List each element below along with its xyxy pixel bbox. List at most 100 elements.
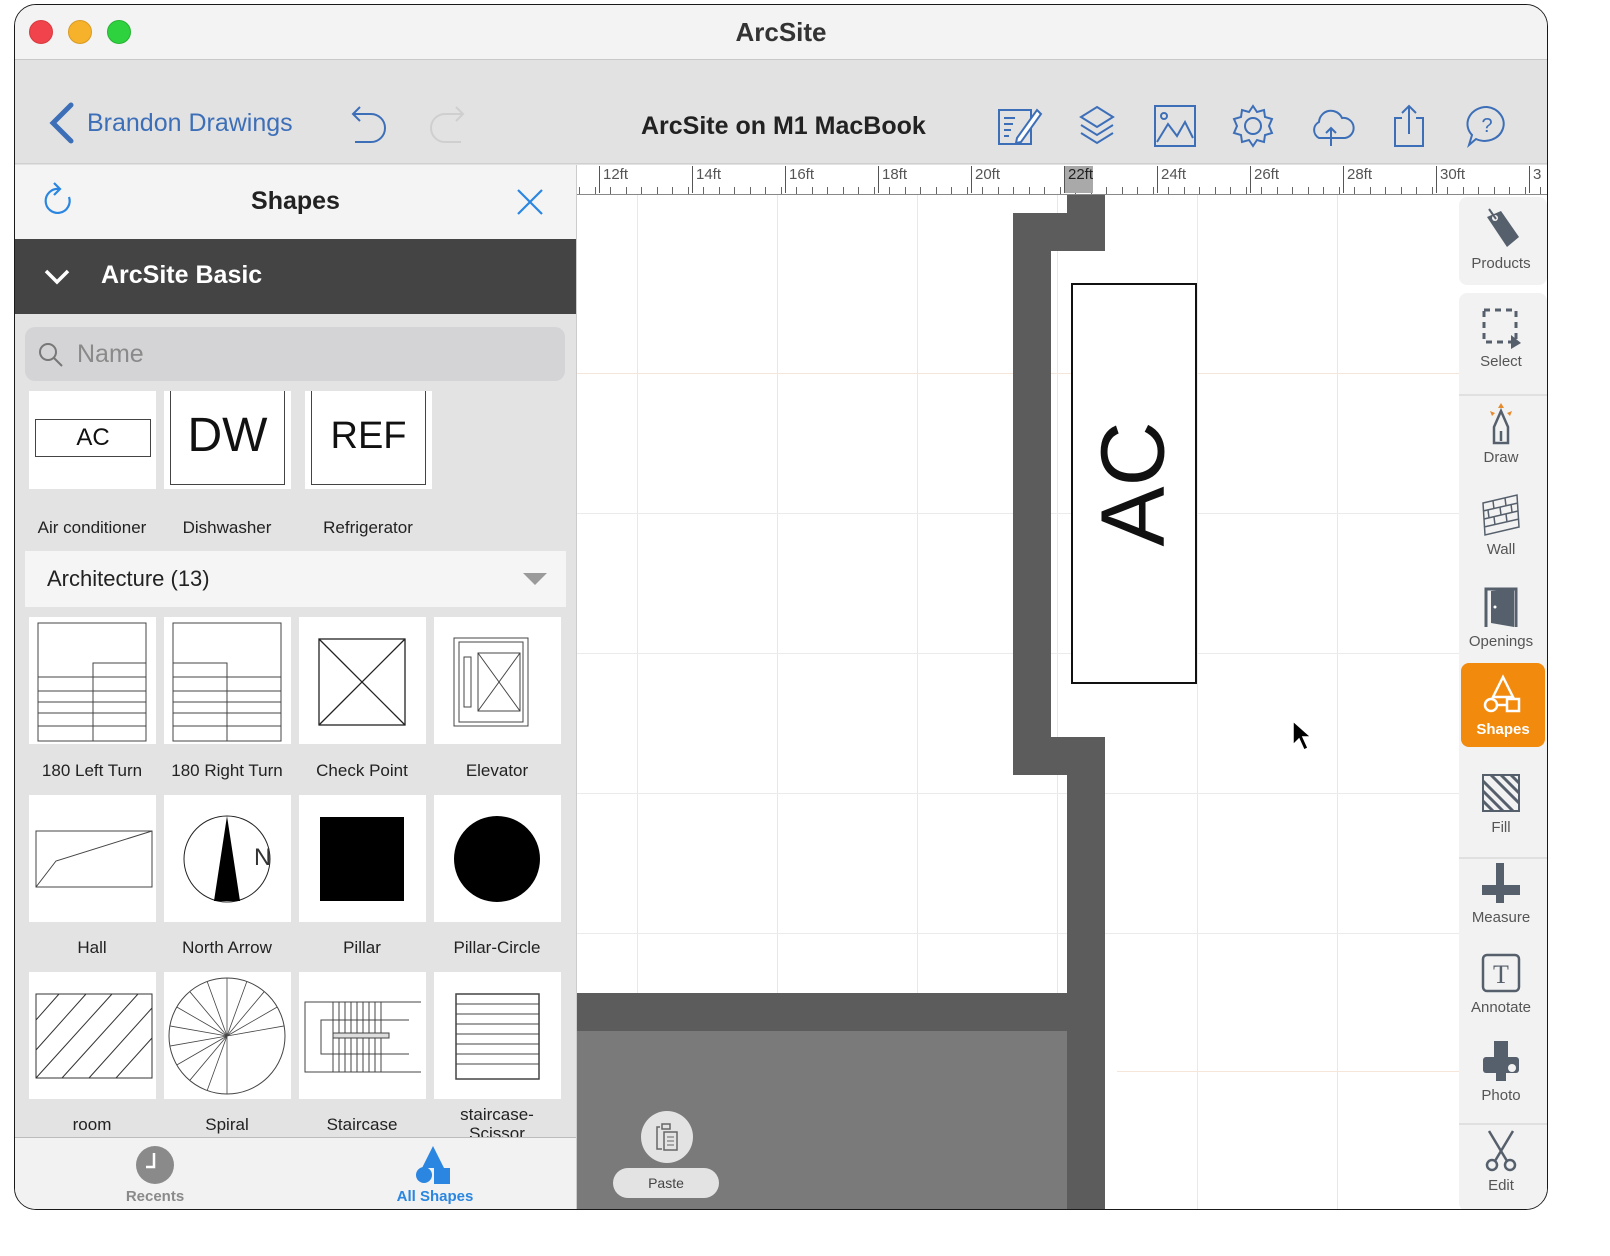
main-toolbar: Brandon Drawings ArcSite on M1 MacBook ? xyxy=(15,60,1547,164)
ruler-tick xyxy=(656,187,658,194)
elevator-icon xyxy=(453,637,529,727)
tab-label: Recents xyxy=(125,1188,185,1205)
tool-annotate[interactable]: T Annotate xyxy=(1457,951,1545,1016)
cloud-upload-icon[interactable] xyxy=(1307,104,1355,148)
shape-tile-hall[interactable] xyxy=(29,795,156,922)
ruler-tick xyxy=(951,187,952,194)
text-annotate-icon: T xyxy=(1481,953,1521,993)
tool-edit[interactable]: Edit xyxy=(1457,1129,1545,1194)
tool-openings[interactable]: Openings xyxy=(1457,585,1545,650)
chevron-left-icon xyxy=(49,102,74,144)
layers-icon[interactable] xyxy=(1073,104,1121,148)
shape-tile-staircase[interactable] xyxy=(299,972,426,1099)
drawing-canvas[interactable]: 12ft 14ft 16ft 18ft 20ft 22ft 24ft 26ft 28ft 30ft… xyxy=(577,165,1547,1209)
ruler-tick xyxy=(1307,187,1309,194)
tool-wall[interactable]: Wall xyxy=(1457,493,1545,558)
shape-label: 180 Right Turn xyxy=(171,761,283,780)
close-icon[interactable] xyxy=(515,187,545,217)
tool-products[interactable]: Products xyxy=(1457,207,1545,272)
wall-segment[interactable] xyxy=(1067,737,1105,1209)
tool-label: Select xyxy=(1480,353,1522,370)
ruler-tick xyxy=(920,187,921,194)
wall-segment[interactable] xyxy=(577,993,1105,1033)
shape-tile-dishwasher[interactable]: DW xyxy=(164,391,291,489)
back-button[interactable]: Brandon Drawings xyxy=(47,102,293,144)
grid-line xyxy=(1197,195,1198,1209)
ruler-tick xyxy=(827,187,828,194)
ruler-label: 16ft xyxy=(785,166,814,193)
shape-tile-refrigerator[interactable]: REF xyxy=(305,391,432,489)
camera-icon xyxy=(1483,1041,1519,1081)
tool-select[interactable]: Select xyxy=(1457,305,1545,370)
shape-label: Pillar xyxy=(343,938,381,957)
search-input[interactable] xyxy=(77,327,547,381)
placed-shape-air-conditioner[interactable]: AC xyxy=(1071,283,1197,684)
shape-label: staircase-Scissor xyxy=(460,1105,534,1137)
ruler-tick xyxy=(1152,187,1154,194)
tool-draw[interactable]: Draw xyxy=(1457,401,1545,466)
ruler-label: 26ft xyxy=(1250,166,1279,193)
staircase-scissor-icon xyxy=(455,993,540,1080)
shape-tile-180-left-turn[interactable] xyxy=(29,617,156,744)
wall-segment[interactable] xyxy=(1067,195,1105,251)
undo-icon[interactable] xyxy=(349,104,389,148)
shape-tile-check-point[interactable] xyxy=(299,617,426,744)
tab-recents[interactable]: Recents xyxy=(75,1144,235,1205)
shapes-panel: Shapes ArcSite Basic AC DW REF Air condi xyxy=(15,165,577,1209)
shapes-list[interactable]: AC DW REF Air conditioner Dishwasher Ref… xyxy=(15,391,577,1137)
shape-tile-staircase-scissor[interactable] xyxy=(434,972,561,1099)
shape-tile-180-right-turn[interactable] xyxy=(164,617,291,744)
shape-tile-north-arrow[interactable]: N xyxy=(164,795,291,922)
ruler-tick xyxy=(1245,187,1247,194)
share-icon[interactable] xyxy=(1385,104,1433,148)
tab-all-shapes[interactable]: All Shapes xyxy=(355,1144,515,1205)
grid-line xyxy=(577,653,1547,654)
shape-tile-pillar-circle[interactable] xyxy=(434,795,561,922)
tool-shapes[interactable]: Shapes xyxy=(1461,663,1545,747)
wall-segment[interactable] xyxy=(1013,213,1051,775)
edit-notes-icon[interactable] xyxy=(995,104,1043,148)
pen-draw-icon xyxy=(1490,403,1512,445)
ruler-tick xyxy=(1338,187,1340,194)
tool-label: Annotate xyxy=(1470,999,1532,1016)
panel-title: Shapes xyxy=(251,187,340,215)
ruler-label: 14ft xyxy=(692,166,721,193)
ruler-tick xyxy=(842,187,844,194)
category-architecture[interactable]: Architecture (13) xyxy=(25,551,566,607)
library-selector[interactable]: ArcSite Basic xyxy=(15,239,576,314)
shape-label: Staircase xyxy=(326,1115,398,1134)
tool-label: Photo xyxy=(1481,1087,1521,1104)
ruler-tick xyxy=(1230,187,1231,194)
help-icon[interactable]: ? xyxy=(1463,104,1511,148)
shape-tile-room[interactable] xyxy=(29,972,156,1099)
tool-photo[interactable]: Photo xyxy=(1457,1039,1545,1104)
ruler-tick xyxy=(687,187,689,194)
ruler-label: 3 xyxy=(1529,166,1541,193)
search-field[interactable] xyxy=(25,327,565,381)
shape-tile-elevator[interactable] xyxy=(434,617,561,744)
paste-icon-button[interactable] xyxy=(641,1111,693,1163)
settings-gear-icon[interactable] xyxy=(1229,104,1277,148)
back-label: Brandon Drawings xyxy=(87,108,293,137)
mouse-pointer-icon xyxy=(1292,719,1313,752)
ruler-tick xyxy=(1028,187,1030,194)
staircase-icon xyxy=(304,1001,421,1073)
ruler-tick xyxy=(1059,187,1061,194)
tool-label: Openings xyxy=(1468,633,1534,650)
ruler-tick xyxy=(1199,187,1200,194)
shape-tile-pillar[interactable] xyxy=(299,795,426,922)
shape-tile-air-conditioner[interactable]: AC xyxy=(29,391,156,489)
redo-icon[interactable] xyxy=(427,104,467,148)
image-icon[interactable] xyxy=(1151,104,1199,148)
document-title: ArcSite on M1 MacBook xyxy=(641,112,926,140)
ruler-tick xyxy=(1013,187,1014,194)
spiral-tread xyxy=(206,1035,228,1091)
tool-fill[interactable]: Fill xyxy=(1457,771,1545,836)
shapes-tool-icon xyxy=(1483,674,1521,713)
tool-measure[interactable]: Measure xyxy=(1457,861,1545,926)
chevron-down-icon xyxy=(44,269,70,285)
tool-label: Edit xyxy=(1488,1177,1514,1194)
paste-button[interactable]: Paste xyxy=(613,1168,719,1198)
shape-tile-spiral[interactable] xyxy=(164,972,291,1099)
category-label: Architecture (13) xyxy=(47,566,210,591)
